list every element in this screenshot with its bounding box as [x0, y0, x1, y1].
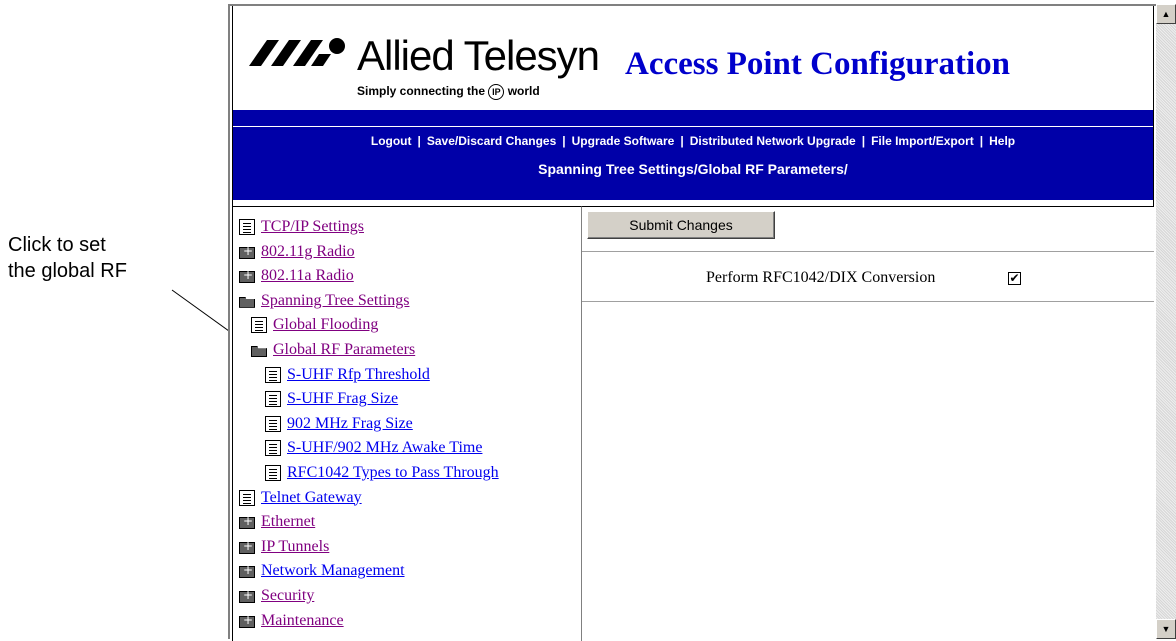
tree-link[interactable]: S-UHF Rfp Threshold	[287, 366, 430, 384]
tree-link[interactable]: 902 MHz Frag Size	[287, 415, 413, 433]
document-icon[interactable]	[251, 317, 267, 334]
document-icon[interactable]	[239, 489, 255, 506]
folder-closed-icon[interactable]	[239, 244, 255, 259]
divider	[582, 301, 1154, 303]
callout-line-2: the global RF	[8, 260, 127, 282]
tree-item-s-uhf-frag-size[interactable]: S-UHF Frag Size	[265, 387, 398, 411]
tree-item-902-mhz-frag-size[interactable]: 902 MHz Frag Size	[265, 412, 413, 436]
banner-bottom-bar	[233, 184, 1153, 200]
callout-line-1: Click to set	[8, 234, 106, 256]
tree-link[interactable]: Security	[261, 587, 314, 605]
tree-item-telnet-gateway[interactable]: Telnet Gateway	[239, 486, 362, 510]
document-icon[interactable]	[265, 366, 281, 383]
nav-link-file-import-export[interactable]: File Import/Export	[865, 134, 980, 148]
folder-open-icon[interactable]	[239, 296, 255, 308]
banner-top-bar	[233, 110, 1153, 126]
tree-link[interactable]: Ethernet	[261, 513, 315, 531]
header: Allied Telesyn Simply connecting the IP …	[232, 6, 1154, 206]
nav-link-save-discard-changes[interactable]: Save/Discard Changes	[421, 134, 562, 148]
callout-text: Click to set the global RF	[8, 232, 127, 284]
nav-tree: TCP/IP Settings 802.11g Radio 802.11a Radi…	[232, 206, 582, 641]
tree-item-802-11g-radio[interactable]: 802.11g Radio	[239, 240, 355, 264]
brand-name: Allied Telesyn	[357, 32, 600, 79]
breadcrumb: Spanning Tree Settings/Global RF Paramet…	[233, 154, 1153, 185]
tagline-before: Simply connecting the	[357, 84, 486, 99]
tree-item-rfc1042-types-to-pass-through[interactable]: RFC1042 Types to Pass Through	[265, 461, 499, 485]
ip-circle-icon: IP	[488, 84, 505, 100]
tree-link[interactable]: Global RF Parameters	[273, 341, 415, 359]
divider	[582, 251, 1154, 253]
top-nav: Logout | Save/Discard Changes | Upgrade Soft…	[233, 126, 1153, 156]
allied-telesyn-logo-mark-icon	[249, 38, 345, 66]
tree-item-spanning-tree-settings[interactable]: Spanning Tree Settings	[239, 289, 409, 313]
rfc1042-checkbox[interactable]: ✔	[1008, 272, 1021, 285]
tree-link[interactable]: Global Flooding	[273, 316, 378, 334]
nav-link-distributed-network-upgrade[interactable]: Distributed Network Upgrade	[684, 134, 862, 148]
document-icon[interactable]	[239, 219, 255, 235]
folder-closed-icon[interactable]	[239, 563, 255, 579]
tree-item-ip-tunnels[interactable]: IP Tunnels	[239, 535, 329, 559]
document-icon[interactable]	[265, 440, 281, 457]
page-title: Access Point Configuration	[625, 46, 1010, 82]
tree-link[interactable]: Network Management	[261, 562, 405, 580]
tree-item-ethernet[interactable]: Ethernet	[239, 510, 315, 534]
tree-item-s-uhf-rfp-threshold[interactable]: S-UHF Rfp Threshold	[265, 363, 430, 387]
folder-closed-icon[interactable]	[239, 268, 255, 284]
submit-changes-button[interactable]: Submit Changes	[587, 211, 775, 239]
tree-item-802-11a-radio[interactable]: 802.11a Radio	[239, 264, 354, 288]
tree-link[interactable]: TCP/IP Settings	[261, 218, 364, 236]
tree-link[interactable]: S-UHF Frag Size	[287, 390, 398, 408]
rfc1042-option-label: Perform RFC1042/DIX Conversion	[706, 269, 936, 286]
nav-link-help[interactable]: Help	[983, 134, 1021, 148]
main-panel: Submit Changes Perform RFC1042/DIX Conve…	[582, 206, 1154, 641]
tree-link[interactable]: S-UHF/902 MHz Awake Time	[287, 439, 482, 457]
tree-item-global-flooding[interactable]: Global Flooding	[251, 313, 378, 337]
folder-closed-icon[interactable]	[239, 514, 255, 530]
folder-open-icon[interactable]	[251, 346, 267, 357]
tree-item-global-rf-parameters[interactable]: Global RF Parameters	[251, 338, 415, 362]
tree-link[interactable]: 802.11g Radio	[261, 243, 355, 261]
page-frame: Allied Telesyn Simply connecting the IP …	[228, 4, 1156, 641]
document-icon[interactable]	[265, 415, 281, 432]
document-icon[interactable]	[265, 391, 281, 408]
scroll-down-arrow-icon[interactable]: ▼	[1156, 619, 1176, 639]
scroll-up-arrow-icon[interactable]: ▲	[1156, 4, 1176, 24]
tree-link[interactable]: Spanning Tree Settings	[261, 292, 409, 310]
nav-link-logout[interactable]: Logout	[365, 134, 418, 148]
brand-tagline: Simply connecting the IP world	[357, 84, 540, 100]
folder-closed-icon[interactable]	[239, 588, 255, 603]
tagline-after: world	[507, 84, 540, 99]
tree-link[interactable]: RFC1042 Types to Pass Through	[287, 464, 499, 482]
tree-link[interactable]: 802.11a Radio	[261, 267, 354, 285]
tree-link[interactable]: IP Tunnels	[261, 538, 329, 556]
document-icon[interactable]	[265, 465, 281, 481]
tree-item-tcp-ip-settings[interactable]: TCP/IP Settings	[239, 215, 364, 239]
folder-closed-icon[interactable]	[239, 613, 255, 628]
tree-link[interactable]: Maintenance	[261, 612, 344, 630]
tree-item-network-management[interactable]: Network Management	[239, 559, 405, 583]
brand-logo: Allied Telesyn Simply connecting the IP …	[249, 28, 629, 106]
nav-link-upgrade-software[interactable]: Upgrade Software	[566, 134, 681, 148]
vertical-scrollbar[interactable]: ▲ ▼	[1156, 4, 1176, 639]
tree-item-maintenance[interactable]: Maintenance	[239, 609, 344, 633]
folder-closed-icon[interactable]	[239, 539, 255, 554]
tree-item-security[interactable]: Security	[239, 584, 314, 608]
tree-item-s-uhf-902-mhz-awake-time[interactable]: S-UHF/902 MHz Awake Time	[265, 436, 482, 460]
tree-link[interactable]: Telnet Gateway	[261, 489, 362, 507]
